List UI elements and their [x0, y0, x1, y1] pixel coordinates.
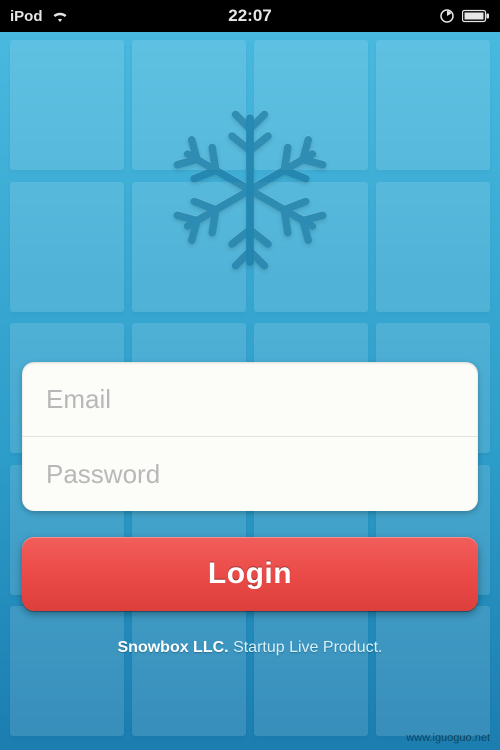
snowflake-logo-icon: [160, 100, 340, 280]
login-form: Login: [22, 362, 478, 611]
battery-icon: [462, 9, 490, 23]
login-button[interactable]: Login: [22, 537, 478, 611]
credentials-card: [22, 362, 478, 511]
status-bar: iPod 22:07: [0, 0, 500, 32]
tagline-text: Startup Live Product.: [233, 639, 382, 656]
footer-text: Snowbox LLC. Startup Live Product.: [0, 639, 500, 657]
timer-icon: [440, 9, 454, 23]
wifi-icon: [51, 9, 69, 23]
watermark-text: www.iguoguo.net: [406, 732, 490, 744]
password-field[interactable]: [22, 437, 478, 511]
email-field[interactable]: [22, 362, 478, 436]
device-label: iPod: [10, 8, 43, 25]
status-time: 22:07: [228, 6, 271, 26]
company-name: Snowbox LLC.: [118, 639, 229, 656]
